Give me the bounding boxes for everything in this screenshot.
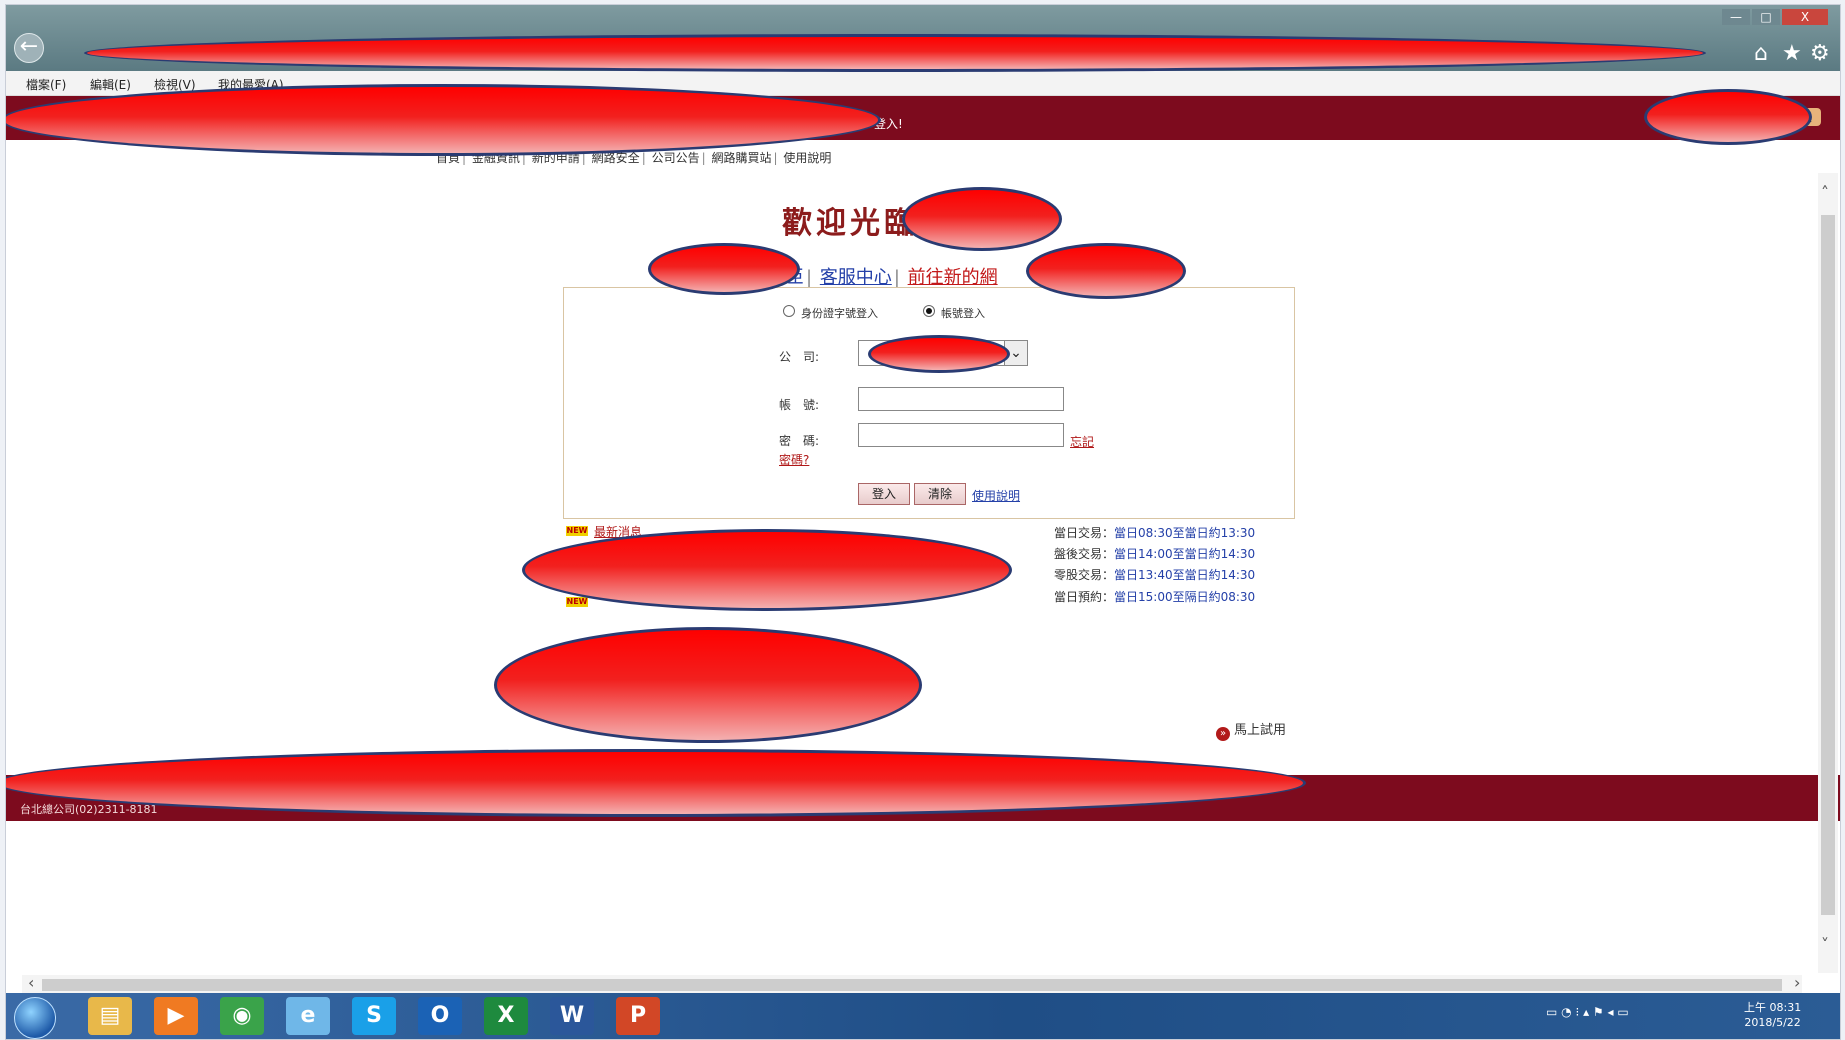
hours-row: 盤後交易：當日14:00至當日約14:30	[1054, 545, 1255, 562]
clear-button[interactable]: 清除	[914, 483, 966, 505]
login-button[interactable]: 登入	[858, 483, 910, 505]
radio-cert-label: 身份證字號登入	[801, 307, 878, 320]
nav-link-shop[interactable]: 網路購買站	[711, 151, 771, 165]
taskbar-internet-explorer-icon[interactable]: e	[286, 997, 330, 1035]
menu-edit[interactable]: 編輯(E)	[90, 76, 131, 93]
try-now-link[interactable]: » 馬上試用	[1216, 719, 1286, 741]
redaction-mark	[648, 243, 800, 295]
hours-row: 當日交易：當日08:30至當日約13:30	[1054, 524, 1255, 541]
redaction-mark	[494, 627, 922, 743]
screen: ← — □ X ⌂ ★ ⚙ 檔案(F) 編輯(E) 檢視(V) 我的最愛(A) …	[5, 4, 1841, 1040]
taskbar-media-player-icon[interactable]: ▶	[154, 997, 198, 1035]
forgot-password-link-cont[interactable]: 密碼?	[779, 451, 809, 468]
horizontal-scroll-thumb[interactable]	[42, 979, 1782, 991]
redaction-mark	[84, 34, 1706, 72]
radio-cert-login[interactable]	[783, 305, 795, 317]
star-icon[interactable]: ★	[1782, 41, 1802, 67]
minimize-button[interactable]: —	[1722, 9, 1750, 25]
hours-label: 當日預約：	[1054, 590, 1115, 604]
password-label: 密 碼:	[779, 434, 820, 448]
redaction-mark	[1026, 243, 1186, 299]
taskbar-outlook-icon[interactable]: O	[418, 997, 462, 1035]
redaction-mark	[6, 84, 881, 156]
redaction-mark	[902, 187, 1062, 251]
redaction-mark	[1644, 89, 1812, 145]
radio-account-label: 帳號登入	[941, 307, 985, 320]
taskbar-excel-icon[interactable]: X	[484, 997, 528, 1035]
hours-row: 當日預約：當日15:00至隔日約08:30	[1054, 588, 1255, 605]
scroll-up-icon[interactable]: ˄	[1821, 183, 1829, 202]
sublink-service-center[interactable]: 客服中心	[820, 267, 892, 288]
clock-date: 2018/5/22	[1744, 1016, 1801, 1029]
scroll-down-icon[interactable]: ˅	[1821, 935, 1829, 954]
redaction-mark	[6, 749, 1306, 817]
close-button[interactable]: X	[1782, 9, 1828, 25]
taskbar-explorer-icon[interactable]: ▤	[88, 997, 132, 1035]
taskbar-word-icon[interactable]: W	[550, 997, 594, 1035]
tray-icons[interactable]: ▭ ◔ ⁝ ▴ ⚑ ◂ ▭	[1546, 1005, 1629, 1019]
taskbar-powerpoint-icon[interactable]: P	[616, 997, 660, 1035]
arrow-right-icon: »	[1216, 727, 1230, 741]
redaction-mark	[868, 335, 1010, 373]
hours-value: 當日13:40至當日約14:30	[1114, 568, 1256, 582]
hours-value: 當日08:30至當日約13:30	[1114, 526, 1256, 540]
radio-account-login[interactable]	[923, 305, 935, 317]
clock-time: 上午 08:31	[1744, 1001, 1802, 1014]
maximize-button[interactable]: □	[1752, 9, 1780, 25]
password-input[interactable]	[858, 423, 1064, 447]
hours-label: 當日交易：	[1054, 526, 1115, 540]
start-button[interactable]	[14, 997, 56, 1039]
scroll-left-icon[interactable]: ‹	[28, 973, 34, 992]
back-icon[interactable]: ←	[14, 33, 44, 63]
help-link[interactable]: 使用說明	[972, 487, 1020, 504]
system-clock[interactable]: 上午 08:31 2018/5/22	[1744, 1000, 1801, 1030]
try-now-label: 馬上試用	[1234, 723, 1287, 738]
menu-file[interactable]: 檔案(F)	[26, 76, 66, 93]
gear-icon[interactable]: ⚙	[1810, 41, 1830, 67]
taskbar-skype-icon[interactable]: S	[352, 997, 396, 1035]
redaction-mark	[522, 529, 1012, 611]
new-badge: NEW	[566, 526, 588, 536]
hours-label: 零股交易：	[1054, 568, 1115, 582]
hours-row: 零股交易：當日13:40至當日約14:30	[1054, 566, 1255, 583]
hours-value: 當日15:00至隔日約08:30	[1114, 590, 1256, 604]
forgot-password-link[interactable]: 忘記	[1070, 433, 1094, 450]
scroll-right-icon[interactable]: ›	[1794, 973, 1800, 992]
sub-links: 臣| 客服中心| 前往新的網	[786, 263, 998, 289]
page-title: 歡迎光臨	[782, 206, 918, 241]
account-label: 帳 號:	[779, 398, 820, 412]
nav-link-announcements[interactable]: 公司公告	[652, 151, 700, 165]
vertical-scroll-thumb[interactable]	[1821, 215, 1835, 915]
company-label: 公 司:	[779, 350, 820, 364]
new-badge: NEW	[566, 597, 588, 607]
hours-value: 當日14:00至當日約14:30	[1114, 547, 1256, 561]
sublink-goto-new[interactable]: 前往新的網	[908, 267, 998, 288]
taskbar-chrome-icon[interactable]: ◉	[220, 997, 264, 1035]
hours-label: 盤後交易：	[1054, 547, 1115, 561]
nav-link-help[interactable]: 使用說明	[783, 151, 831, 165]
home-icon[interactable]: ⌂	[1754, 41, 1768, 67]
account-input[interactable]	[858, 387, 1064, 411]
